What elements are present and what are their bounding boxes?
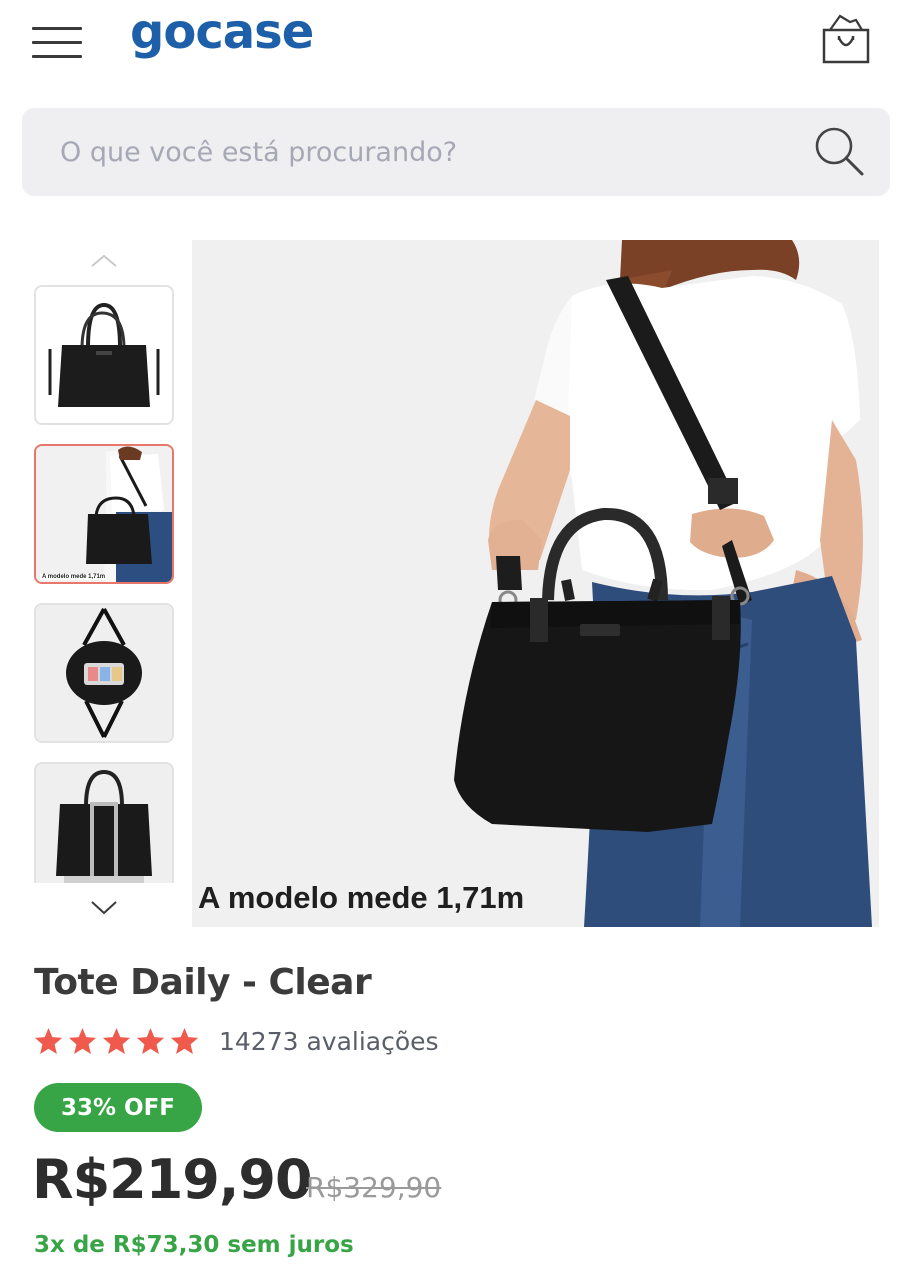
current-price: R$219,90 bbox=[32, 1148, 313, 1211]
star-icon bbox=[102, 1027, 131, 1055]
star-icon bbox=[68, 1027, 97, 1055]
main-product-image[interactable]: A modelo mede 1,71m bbox=[192, 240, 879, 927]
chevron-down-icon[interactable] bbox=[88, 896, 120, 920]
thumbnail-gallery: A modelo mede 1,71m bbox=[30, 240, 178, 930]
hamburger-menu-icon[interactable] bbox=[32, 27, 84, 61]
old-price: R$329,90 bbox=[306, 1171, 442, 1204]
rating-stars[interactable] bbox=[33, 1026, 200, 1062]
gocase-logo[interactable]: gocase bbox=[130, 4, 314, 60]
star-icon bbox=[136, 1027, 165, 1055]
thumbnail-bag-open-top[interactable] bbox=[34, 603, 174, 743]
search-icon[interactable] bbox=[812, 124, 866, 178]
installments-text: 3x de R$73,30 sem juros bbox=[34, 1232, 354, 1258]
search-input[interactable] bbox=[60, 108, 780, 196]
discount-badge: 33% OFF bbox=[34, 1083, 202, 1132]
chevron-up-icon[interactable] bbox=[88, 248, 120, 272]
shopping-bag-icon[interactable] bbox=[818, 12, 874, 66]
thumbnail-bag-on-luggage[interactable] bbox=[34, 762, 174, 883]
thumbnail-model-wearing-bag[interactable]: A modelo mede 1,71m bbox=[34, 444, 174, 584]
search-bar bbox=[22, 108, 890, 196]
main-image-caption: A modelo mede 1,71m bbox=[198, 880, 525, 915]
thumbnail-caption: A modelo mede 1,71m bbox=[40, 574, 108, 580]
thumbnail-list: A modelo mede 1,71m bbox=[30, 280, 178, 883]
star-icon bbox=[170, 1027, 199, 1055]
review-count-link[interactable]: 14273 avaliações bbox=[219, 1027, 439, 1056]
product-title: Tote Daily - Clear bbox=[34, 962, 372, 1003]
header: gocase bbox=[0, 0, 911, 90]
thumbnail-bag-front[interactable] bbox=[34, 285, 174, 425]
star-icon bbox=[34, 1027, 63, 1055]
